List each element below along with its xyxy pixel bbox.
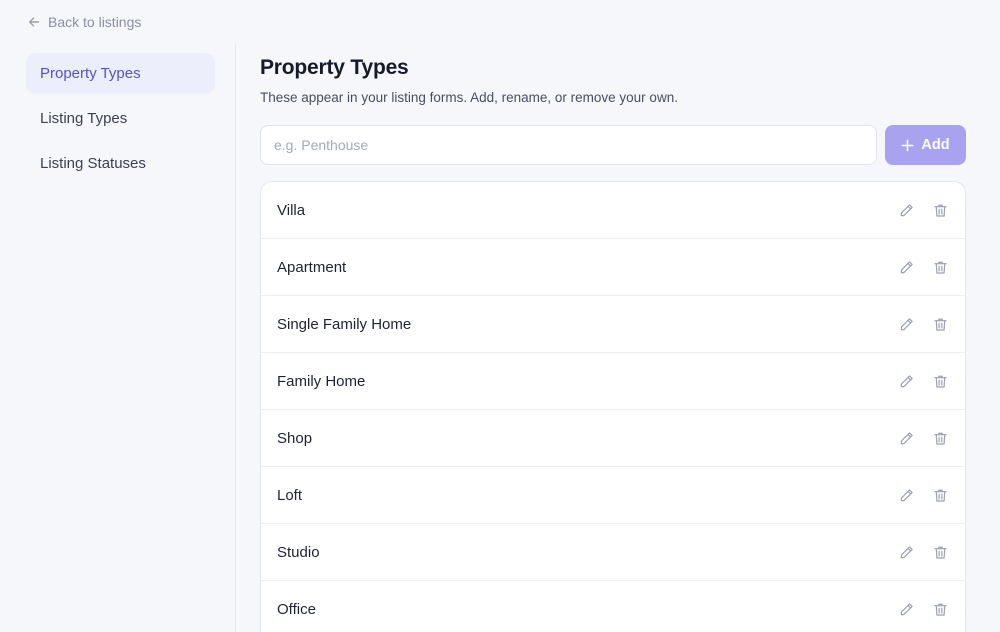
- new-property-type-input[interactable]: [260, 125, 877, 165]
- sidebar-item-label: Listing Statuses: [40, 155, 146, 172]
- row-actions: [897, 543, 949, 561]
- pencil-icon: [900, 602, 913, 615]
- edit-button[interactable]: [897, 543, 915, 561]
- pencil-icon: [900, 431, 913, 444]
- delete-button[interactable]: [931, 486, 949, 504]
- page-subtitle: These appear in your listing forms. Add,…: [260, 90, 678, 105]
- page-title: Property Types: [260, 56, 409, 79]
- list-item-label: Studio: [277, 543, 320, 561]
- list-item: Single Family Home: [261, 296, 965, 353]
- delete-button[interactable]: [931, 372, 949, 390]
- trash-icon: [933, 432, 947, 445]
- pencil-icon: [900, 374, 913, 387]
- edit-button[interactable]: [897, 486, 915, 504]
- row-actions: [897, 372, 949, 390]
- back-link-label: Back to listings: [48, 14, 142, 30]
- sidebar-item-property-types[interactable]: Property Types: [26, 53, 215, 94]
- delete-button[interactable]: [931, 600, 949, 618]
- list-item-label: Villa: [277, 201, 306, 219]
- delete-button[interactable]: [931, 429, 949, 447]
- arrow-left-icon: [28, 17, 40, 27]
- pencil-icon: [900, 545, 913, 558]
- property-types-list: Villa Apartment Single Family Home Famil…: [260, 181, 966, 632]
- list-item: Apartment: [261, 239, 965, 296]
- list-item-label: Single Family Home: [277, 315, 412, 333]
- sidebar-item-listing-types[interactable]: Listing Types: [26, 98, 215, 139]
- delete-button[interactable]: [931, 201, 949, 219]
- list-item-label: Family Home: [277, 372, 366, 390]
- back-to-listings-link[interactable]: Back to listings: [27, 14, 141, 30]
- row-actions: [897, 258, 949, 276]
- row-actions: [897, 486, 949, 504]
- delete-button[interactable]: [931, 543, 949, 561]
- pencil-icon: [900, 317, 913, 330]
- trash-icon: [933, 603, 947, 616]
- list-item-label: Office: [277, 600, 316, 618]
- list-item-label: Apartment: [277, 258, 347, 276]
- add-button-label: Add: [921, 137, 950, 153]
- list-item: Villa: [261, 182, 965, 239]
- list-item: Family Home: [261, 353, 965, 410]
- pencil-icon: [900, 203, 913, 216]
- row-actions: [897, 315, 949, 333]
- row-actions: [897, 600, 949, 618]
- trash-icon: [933, 375, 947, 388]
- trash-icon: [933, 204, 947, 217]
- delete-button[interactable]: [931, 258, 949, 276]
- edit-button[interactable]: [897, 372, 915, 390]
- trash-icon: [933, 546, 947, 559]
- delete-button[interactable]: [931, 315, 949, 333]
- trash-icon: [933, 489, 947, 502]
- edit-button[interactable]: [897, 201, 915, 219]
- add-button[interactable]: Add: [885, 125, 966, 165]
- trash-icon: [933, 261, 947, 274]
- row-actions: [897, 429, 949, 447]
- list-item: Shop: [261, 410, 965, 467]
- list-item-label: Shop: [277, 429, 313, 447]
- plus-icon: [902, 139, 914, 151]
- list-item: Studio: [261, 524, 965, 581]
- add-property-type-form: Add: [260, 125, 966, 165]
- list-item-label: Loft: [277, 486, 303, 504]
- sidebar-item-listing-statuses[interactable]: Listing Statuses: [26, 143, 215, 184]
- list-item: Loft: [261, 467, 965, 524]
- sidebar-item-label: Property Types: [40, 65, 141, 82]
- edit-button[interactable]: [897, 600, 915, 618]
- edit-button[interactable]: [897, 315, 915, 333]
- sidebar-item-label: Listing Types: [40, 110, 128, 127]
- list-item: Office: [261, 581, 965, 632]
- pencil-icon: [900, 260, 913, 273]
- edit-button[interactable]: [897, 429, 915, 447]
- edit-button[interactable]: [897, 258, 915, 276]
- row-actions: [897, 201, 949, 219]
- settings-page: Back to listings Property Types Listing …: [0, 0, 1000, 632]
- pencil-icon: [900, 488, 913, 501]
- trash-icon: [933, 318, 947, 331]
- settings-sidebar: Property Types Listing Types Listing Sta…: [0, 44, 236, 632]
